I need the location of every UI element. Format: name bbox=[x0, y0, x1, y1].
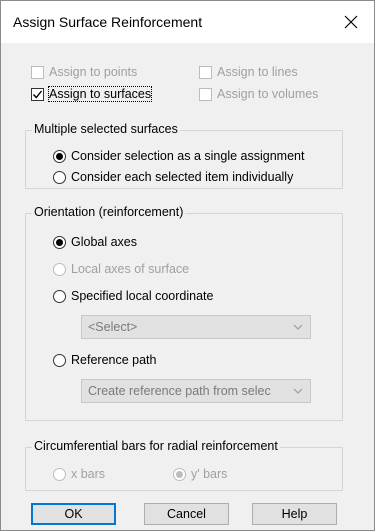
help-button-label: Help bbox=[281, 507, 308, 521]
radio-circle bbox=[53, 467, 66, 481]
cancel-button-label: Cancel bbox=[167, 507, 206, 521]
checkbox-box bbox=[199, 65, 212, 79]
ok-button-label: OK bbox=[64, 507, 83, 521]
radio-individual-items[interactable]: Consider each selected item individually bbox=[53, 170, 293, 184]
radio-reference-path[interactable]: Reference path bbox=[53, 353, 156, 367]
assign-to-lines-label: Assign to lines bbox=[217, 65, 298, 79]
specified-coordinate-select[interactable]: <Select> bbox=[81, 315, 311, 339]
radio-single-assignment-label: Consider selection as a single assignmen… bbox=[71, 149, 305, 163]
reference-path-value: Create reference path from selec bbox=[88, 384, 271, 398]
checkbox-box bbox=[31, 65, 44, 79]
radio-local-axes[interactable]: Local axes of surface bbox=[53, 262, 189, 276]
assign-to-volumes-label: Assign to volumes bbox=[217, 87, 319, 101]
radio-single-assignment[interactable]: Consider selection as a single assignmen… bbox=[53, 149, 304, 163]
chevron-down-icon bbox=[293, 388, 303, 394]
radio-circle bbox=[53, 170, 66, 184]
radio-circle bbox=[53, 353, 66, 367]
assign-to-surfaces-label: Assign to surfaces bbox=[47, 86, 153, 102]
group-title: Orientation (reinforcement) bbox=[32, 205, 186, 219]
radio-circle bbox=[173, 467, 186, 481]
radio-dot bbox=[56, 152, 63, 160]
assign-to-points-label: Assign to points bbox=[49, 65, 138, 79]
radio-circle bbox=[53, 289, 66, 303]
radio-circle bbox=[53, 262, 66, 276]
radio-y-bars-label: y' bars bbox=[191, 467, 228, 481]
radio-reference-path-label: Reference path bbox=[71, 353, 157, 367]
ok-button[interactable]: OK bbox=[31, 503, 116, 525]
radio-individual-items-label: Consider each selected item individually bbox=[71, 170, 294, 184]
radio-circle bbox=[53, 149, 66, 163]
dialog-title: Assign Surface Reinforcement bbox=[13, 14, 203, 30]
chevron-down-icon bbox=[293, 324, 303, 330]
checkbox-box bbox=[199, 87, 212, 101]
close-icon bbox=[344, 15, 358, 29]
help-button[interactable]: Help bbox=[252, 503, 337, 525]
radio-specified-local-coordinate[interactable]: Specified local coordinate bbox=[53, 289, 213, 303]
radio-dot bbox=[176, 470, 183, 478]
checkmark-icon bbox=[32, 90, 43, 99]
radio-y-bars[interactable]: y' bars bbox=[173, 467, 227, 481]
assign-to-surfaces-checkbox[interactable]: Assign to surfaces bbox=[31, 86, 153, 102]
radio-circle bbox=[53, 235, 66, 249]
checkbox-box bbox=[31, 87, 44, 101]
radio-global-axes-label: Global axes bbox=[71, 235, 138, 249]
cancel-button[interactable]: Cancel bbox=[144, 503, 229, 525]
title-bar: Assign Surface Reinforcement bbox=[1, 1, 374, 43]
group-title: Multiple selected surfaces bbox=[32, 122, 180, 136]
assign-to-lines-checkbox[interactable]: Assign to lines bbox=[199, 65, 298, 79]
close-button[interactable] bbox=[328, 1, 374, 43]
assign-to-points-checkbox[interactable]: Assign to points bbox=[31, 65, 137, 79]
radio-specified-local-coordinate-label: Specified local coordinate bbox=[71, 289, 214, 303]
radio-x-bars-label: x bars bbox=[71, 467, 106, 481]
reference-path-select[interactable]: Create reference path from selec bbox=[81, 379, 311, 403]
radio-local-axes-label: Local axes of surface bbox=[71, 262, 190, 276]
group-title: Circumferential bars for radial reinforc… bbox=[32, 439, 280, 453]
radio-global-axes[interactable]: Global axes bbox=[53, 235, 137, 249]
radio-dot bbox=[56, 238, 63, 246]
assign-to-volumes-checkbox[interactable]: Assign to volumes bbox=[199, 87, 318, 101]
radio-x-bars[interactable]: x bars bbox=[53, 467, 105, 481]
assign-surface-reinforcement-dialog: Assign Surface Reinforcement Assign to p… bbox=[0, 0, 375, 531]
specified-coordinate-value: <Select> bbox=[88, 320, 138, 334]
